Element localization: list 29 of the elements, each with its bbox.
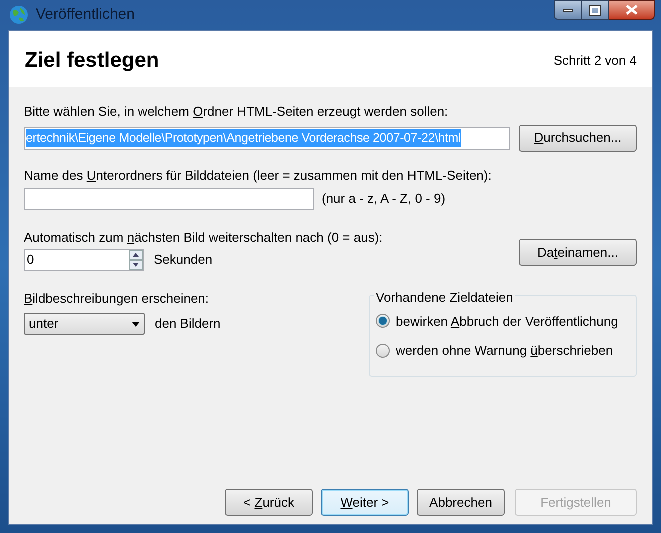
captions-label: Bildbeschreibungen erscheinen: — [24, 290, 210, 308]
step-indicator: Schritt 2 von 4 — [554, 52, 637, 70]
radio-label: werden ohne Warnung überschrieben — [396, 342, 614, 360]
radio-button[interactable] — [376, 314, 390, 328]
close-button[interactable] — [609, 0, 655, 20]
dropdown-arrow-icon — [132, 322, 140, 326]
captions-suffix: den Bildern — [155, 315, 221, 334]
radio-button[interactable] — [376, 344, 390, 358]
subfolder-label: Name des Unterordners für Bilddateien (leer = zusammen mit den HTML-Seiten): — [24, 166, 493, 185]
wizard-button[interactable]: Abbrechen — [417, 489, 505, 516]
subfolder-field[interactable] — [24, 188, 314, 210]
filenames-button[interactable]: Dateinamen... — [519, 239, 637, 266]
wizard-button[interactable]: Weiter > — [321, 489, 409, 516]
window-title: Veröffentlichen — [36, 4, 135, 25]
globe-icon — [8, 4, 30, 26]
seconds-spinner[interactable]: 0 — [24, 248, 144, 270]
folder-label: Bitte wählen Sie, in welchem Ordner HTML-Seiten erzeugt werden sollen: — [24, 103, 450, 121]
spinner-arrows-icon — [129, 250, 143, 270]
close-icon — [626, 5, 638, 15]
radio-label: bewirken Abbruch der Veröffentlichung — [396, 312, 618, 331]
captions-dropdown[interactable]: unter — [24, 313, 145, 335]
maximize-button[interactable] — [582, 0, 609, 20]
minimize-button[interactable] — [554, 0, 582, 20]
seconds-unit: Sekunden — [154, 250, 213, 269]
wizard-button[interactable]: < Zurück — [225, 489, 313, 516]
page-title: Ziel festlegen — [25, 48, 160, 74]
autoadvance-label: Automatisch zum nächsten Bild weiterschalten nach (0 = aus): — [24, 229, 384, 247]
subfolder-hint: (nur a - z, A - Z, 0 - 9) — [322, 190, 446, 208]
browse-button[interactable]: Durchsuchen... — [519, 124, 637, 152]
